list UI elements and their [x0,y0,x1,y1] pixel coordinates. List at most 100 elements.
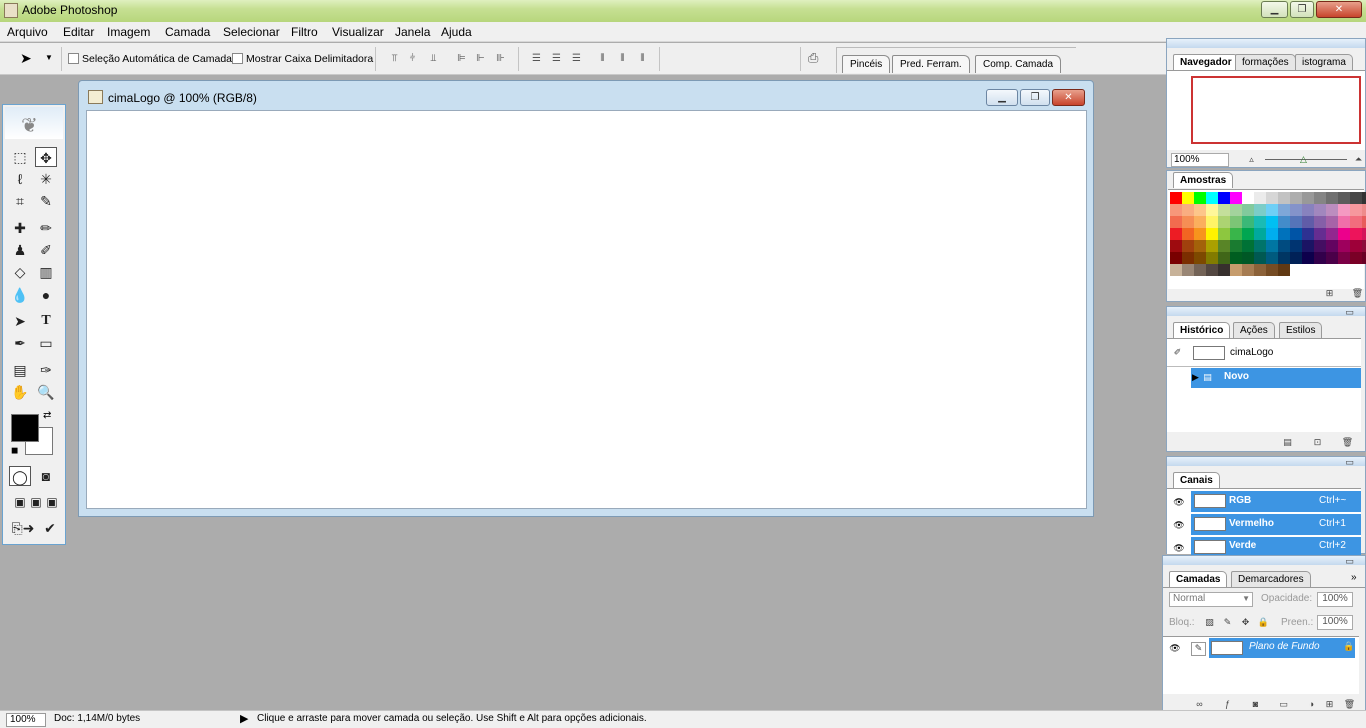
color-swatch[interactable] [1326,216,1338,228]
doc-minimize-icon[interactable]: ▁ [986,89,1018,106]
color-swatch[interactable] [1170,240,1182,252]
close-icon[interactable]: ✕ [1316,1,1362,18]
color-swatch[interactable] [1266,264,1278,276]
channel-row[interactable]: 👁 Verde Ctrl+2 [1167,537,1361,555]
color-swatch[interactable] [1206,204,1218,216]
marquee-tool-icon[interactable]: ⬚ [9,147,31,167]
distribute-vcenter-icon[interactable]: ☰ [550,53,563,65]
menu-imagem[interactable]: Imagem [107,25,150,39]
align-horizontal-center-icon[interactable]: ⊩ [474,53,487,65]
color-swatch[interactable] [1242,228,1254,240]
color-swatch[interactable] [1182,252,1194,264]
panel-menu-icon[interactable]: » [1351,572,1357,583]
eyedropper-tool-icon[interactable]: ✑ [35,360,57,380]
color-swatch[interactable] [1302,240,1314,252]
color-swatch[interactable] [1362,228,1366,240]
color-swatch[interactable] [1194,228,1206,240]
color-swatch[interactable] [1242,204,1254,216]
panel-minimize-icon[interactable]: ▭ [1343,556,1356,567]
color-swatch[interactable] [1278,252,1290,264]
menu-filtro[interactable]: Filtro [291,25,318,39]
tab-styles[interactable]: Estilos [1279,322,1323,338]
color-swatch[interactable] [1254,204,1266,216]
delete-layer-icon[interactable]: 🗑 [1343,699,1356,710]
color-swatch[interactable] [1218,216,1230,228]
color-swatch[interactable] [1266,228,1278,240]
minimize-icon[interactable]: ▁ [1261,1,1288,18]
zoom-out-icon[interactable]: ▵ [1245,154,1258,165]
color-swatch[interactable] [1266,252,1278,264]
default-colors-icon[interactable]: ◼ [11,445,18,456]
color-swatch[interactable] [1302,204,1314,216]
delete-swatch-icon[interactable]: 🗑 [1351,288,1364,299]
color-swatch[interactable] [1182,204,1194,216]
color-swatch[interactable] [1194,216,1206,228]
color-swatch[interactable] [1290,228,1302,240]
color-swatch[interactable] [1194,264,1206,276]
color-swatch[interactable] [1314,228,1326,240]
color-swatch[interactable] [1206,264,1218,276]
swap-colors-icon[interactable]: ⇄ [43,410,51,421]
adjustment-layer-icon[interactable]: ◑ [1305,699,1318,710]
color-swatch[interactable] [1206,216,1218,228]
menu-arquivo[interactable]: Arquivo [7,25,48,39]
color-swatch[interactable] [1182,240,1194,252]
zoom-tool-icon[interactable]: 🔍 [35,382,57,402]
eye-icon[interactable]: 👁 [1172,520,1186,530]
crop-tool-icon[interactable]: ⌗ [9,191,31,211]
color-swatch[interactable] [1242,216,1254,228]
history-item-selected[interactable]: Novo [1191,368,1361,388]
color-swatch[interactable] [1242,252,1254,264]
color-swatch[interactable] [1218,264,1230,276]
move-tool-icon[interactable]: ✥ [35,147,57,167]
color-swatch[interactable] [1314,216,1326,228]
color-swatch[interactable] [1362,204,1366,216]
lock-all-icon[interactable]: 🔒 [1257,617,1270,628]
tab-paths[interactable]: Demarcadores [1231,571,1311,587]
brush-tool-icon[interactable]: ✏ [35,218,57,238]
tab-info[interactable]: formações [1235,54,1296,70]
color-swatch[interactable] [1230,252,1242,264]
color-swatch[interactable] [1182,216,1194,228]
color-swatch[interactable] [1338,228,1350,240]
color-swatch[interactable] [1326,252,1338,264]
color-swatch[interactable] [1338,216,1350,228]
eye-icon[interactable]: 👁 [1172,543,1186,553]
menu-selecionar[interactable]: Selecionar [223,25,280,39]
align-top-icon[interactable]: ⫪ [388,53,401,65]
tab-navigator[interactable]: Navegador [1173,54,1239,70]
distribute-top-icon[interactable]: ☰ [530,53,543,65]
color-swatch[interactable] [1278,264,1290,276]
color-swatch[interactable] [1278,204,1290,216]
layer-mask-icon[interactable]: ◙ [1249,699,1262,710]
maximize-icon[interactable]: ❐ [1290,1,1314,18]
color-swatch[interactable] [1194,240,1206,252]
magic-wand-tool-icon[interactable]: ✳ [35,169,57,189]
zoom-field[interactable]: 100% [6,713,46,727]
slice-tool-icon[interactable]: ✎ [35,191,57,211]
clone-stamp-icon[interactable]: ♟ [9,240,31,260]
color-swatch[interactable] [1206,240,1218,252]
color-swatch[interactable] [1278,228,1290,240]
layer-set-icon[interactable]: ▭ [1277,699,1290,710]
color-swatch[interactable] [1206,252,1218,264]
color-swatch[interactable] [1194,252,1206,264]
well-tab-brushes[interactable]: Pincéis [842,55,891,73]
color-swatch[interactable] [1338,252,1350,264]
align-left-icon[interactable]: ⊫ [455,53,468,65]
blend-mode-select[interactable]: Normal ▼ [1169,592,1253,607]
color-swatch[interactable] [1266,204,1278,216]
color-swatch[interactable] [1218,204,1230,216]
type-tool-icon[interactable]: T [35,311,57,331]
color-swatch[interactable] [1206,192,1218,204]
color-swatch[interactable] [1266,240,1278,252]
foreground-color-swatch[interactable] [11,414,39,442]
color-swatch[interactable] [1350,240,1362,252]
delete-state-icon[interactable]: 🗑 [1341,437,1354,448]
healing-brush-icon[interactable]: ✚ [9,218,31,238]
color-swatch[interactable] [1326,192,1338,204]
eraser-tool-icon[interactable]: ◇ [9,262,31,282]
history-brush-source-icon[interactable]: ✐ [1171,347,1184,358]
color-swatch[interactable] [1218,252,1230,264]
align-bottom-icon[interactable]: ⫫ [427,53,440,65]
